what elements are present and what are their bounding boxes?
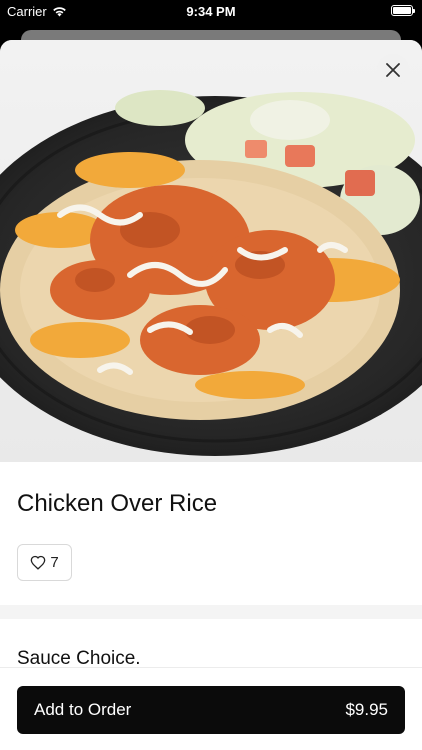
bottom-action-bar: Add to Order $9.95 [0,667,422,750]
item-title: Chicken Over Rice [17,490,218,517]
item-detail-sheet: Chicken Over Rice 7 Sauce Choice. Add to… [0,40,422,750]
section-divider [0,605,422,619]
order-price: $9.95 [345,700,388,719]
item-photo [0,40,422,462]
heart-icon [30,555,46,570]
food-illustration [0,90,422,456]
status-bar: Carrier 9:34 PM [0,0,422,24]
like-button[interactable]: 7 [17,544,72,581]
battery-icon [391,5,415,16]
add-to-order-label: Add to Order [34,700,132,719]
add-to-order-button[interactable]: Add to Order $9.95 [17,686,405,734]
close-icon [386,63,400,77]
close-button[interactable] [377,54,409,86]
status-time: 9:34 PM [186,4,236,19]
like-count: 7 [50,554,59,571]
